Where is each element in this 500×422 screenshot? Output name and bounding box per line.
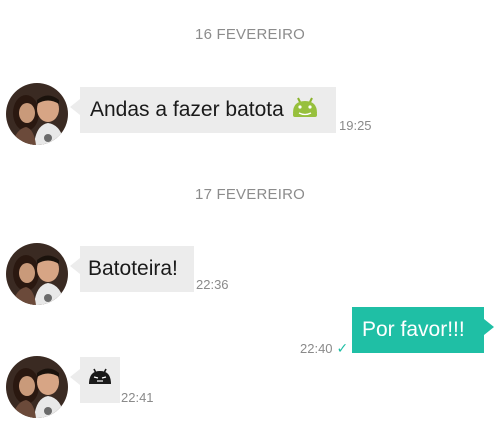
contact-avatar[interactable] [6, 83, 68, 145]
date-separator: 16 FEVEREIRO [195, 26, 305, 43]
contact-avatar[interactable] [6, 243, 68, 305]
message-bubble[interactable] [70, 357, 120, 403]
avatar-photo [6, 83, 68, 145]
message-timestamp: 19:25 [339, 118, 372, 133]
avatar-photo [6, 356, 68, 418]
grumpy-face-icon [87, 368, 113, 392]
message-timestamp: 22:36 [196, 277, 229, 292]
message-bubble[interactable]: Batoteira! [70, 246, 194, 292]
read-check-icon: ✓ [336, 340, 349, 356]
message-time: 22:40 [300, 341, 333, 356]
message-text: Andas a fazer batota [90, 98, 284, 121]
message-bubble[interactable]: Andas a fazer batota [70, 87, 336, 133]
date-separator: 17 FEVEREIRO [195, 186, 305, 203]
message-text: Por favor!!! [362, 318, 465, 341]
avatar-photo [6, 243, 68, 305]
message-text: Batoteira! [88, 257, 178, 280]
message-bubble-outgoing[interactable]: Por favor!!! [352, 307, 494, 353]
message-timestamp: 22:40 ✓ [300, 340, 348, 357]
contact-avatar[interactable] [6, 356, 68, 418]
message-timestamp: 22:41 [121, 390, 154, 405]
android-icon [290, 95, 320, 125]
